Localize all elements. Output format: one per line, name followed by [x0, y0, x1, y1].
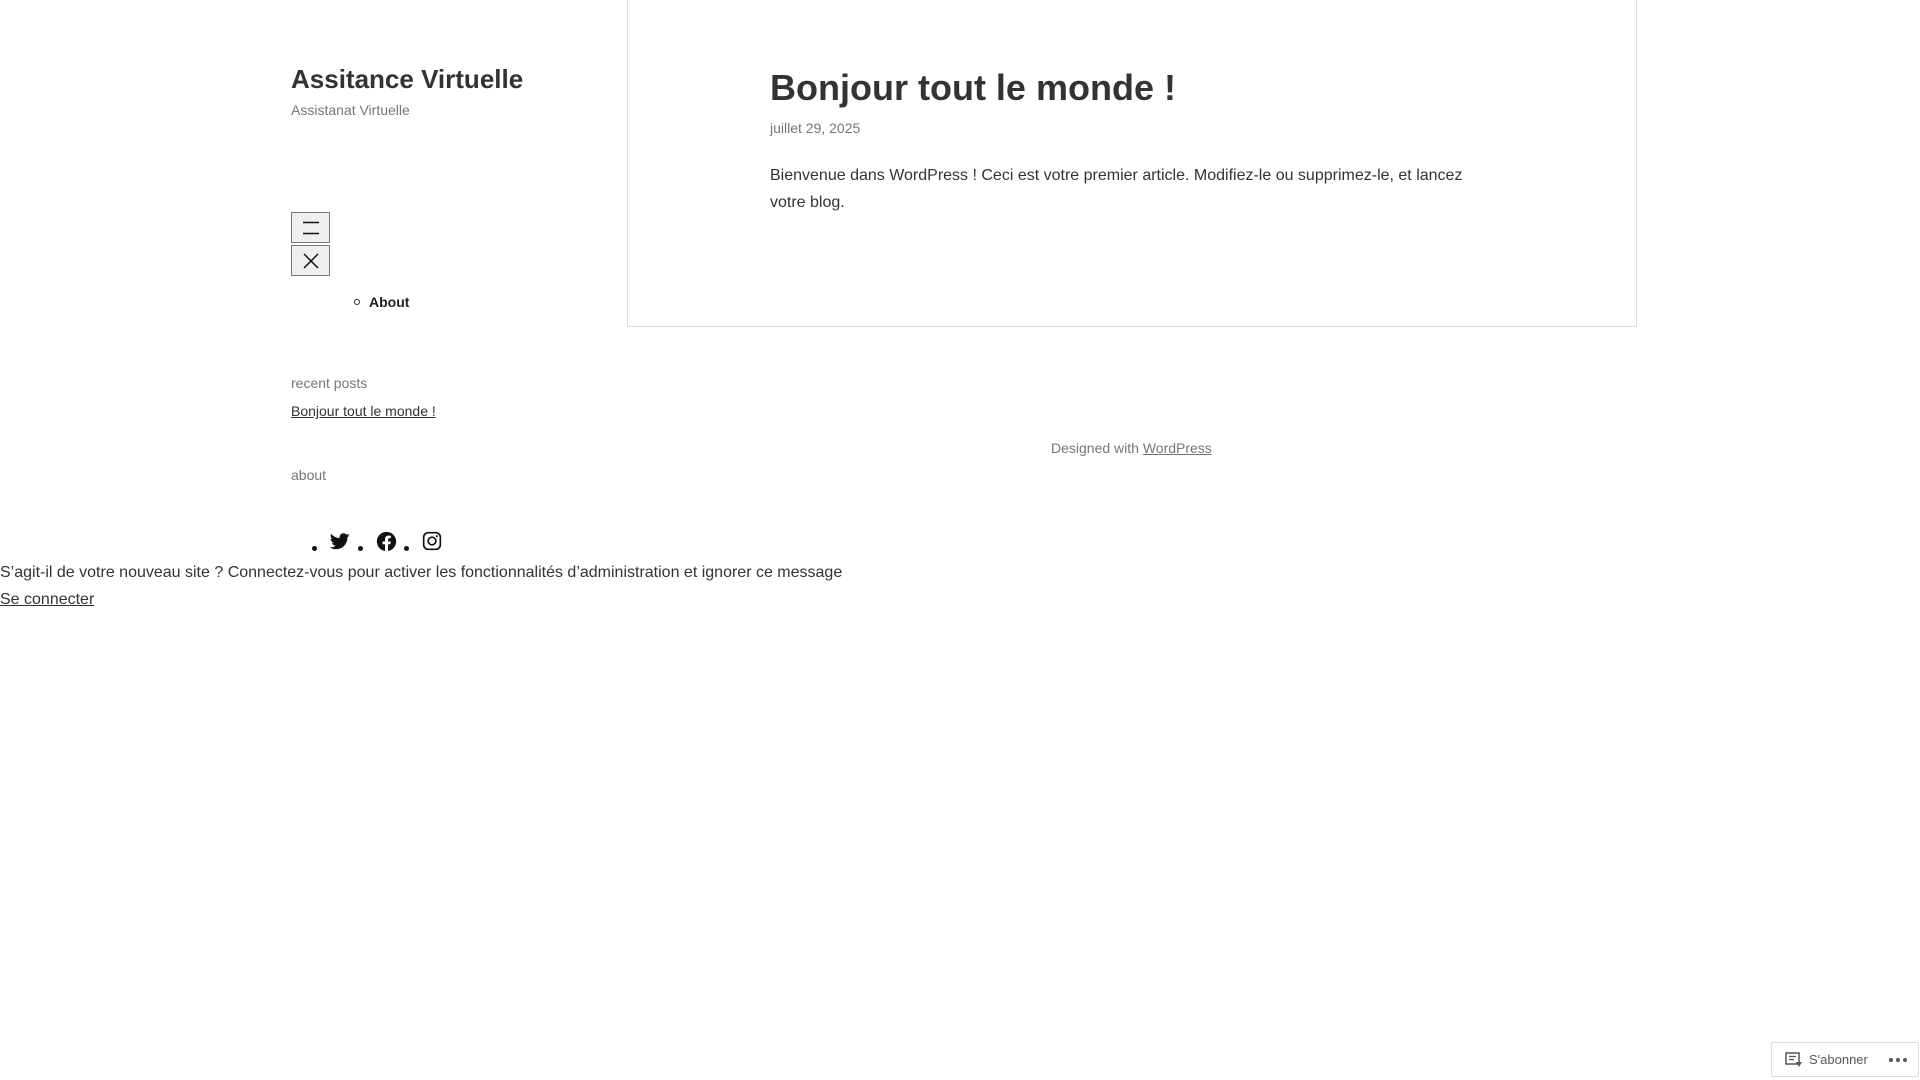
site-title[interactable]: Assitance Virtuelle [291, 62, 523, 96]
subscribe-button[interactable]: S'abonner [1772, 1043, 1868, 1076]
reader-icon [1785, 1051, 1803, 1068]
list-bullet [404, 546, 409, 551]
login-link[interactable]: Se connecter [0, 590, 94, 610]
hamburger-menu-icon [302, 221, 320, 235]
menu-item-about[interactable]: About [354, 294, 409, 310]
facebook-icon[interactable] [375, 530, 397, 552]
more-options-button[interactable] [1888, 1043, 1908, 1076]
recent-post-link[interactable]: Bonjour tout le monde ! [291, 403, 436, 419]
menu-close-button[interactable] [291, 245, 330, 276]
list-bullet [358, 546, 363, 551]
subscribe-bar: S'abonner [1771, 1042, 1919, 1077]
post-date[interactable]: juillet 29, 2025 [770, 120, 860, 136]
page: Assitance Virtuelle Assistanat Virtuelle… [0, 0, 1920, 1080]
site-tagline: Assistanat Virtuelle [291, 102, 410, 118]
footer-credit: Designed with WordPress [1051, 440, 1212, 456]
wordpress-link[interactable]: WordPress [1143, 440, 1212, 456]
about-heading: about [291, 467, 327, 483]
close-icon [302, 252, 319, 269]
admin-notice-message: S’agit-il de votre nouveau site ? Connec… [0, 564, 843, 581]
list-bullet [312, 546, 317, 551]
twitter-icon[interactable] [329, 530, 351, 552]
primary-menu: About [354, 294, 409, 310]
menu-item-label: About [369, 294, 410, 310]
list-bullet [354, 299, 360, 305]
instagram-icon[interactable] [421, 530, 443, 552]
footer-credit-text: Designed with [1051, 440, 1139, 456]
post-title[interactable]: Bonjour tout le monde ! [770, 66, 1176, 110]
recent-posts-heading: recent posts [291, 375, 368, 391]
subscribe-label: S'abonner [1809, 1052, 1868, 1067]
ellipsis-icon [1888, 1057, 1908, 1063]
menu-open-button[interactable] [291, 212, 330, 243]
post-body: Bienvenue dans WordPress ! Ceci est votr… [770, 167, 1463, 211]
social-links [312, 528, 450, 552]
